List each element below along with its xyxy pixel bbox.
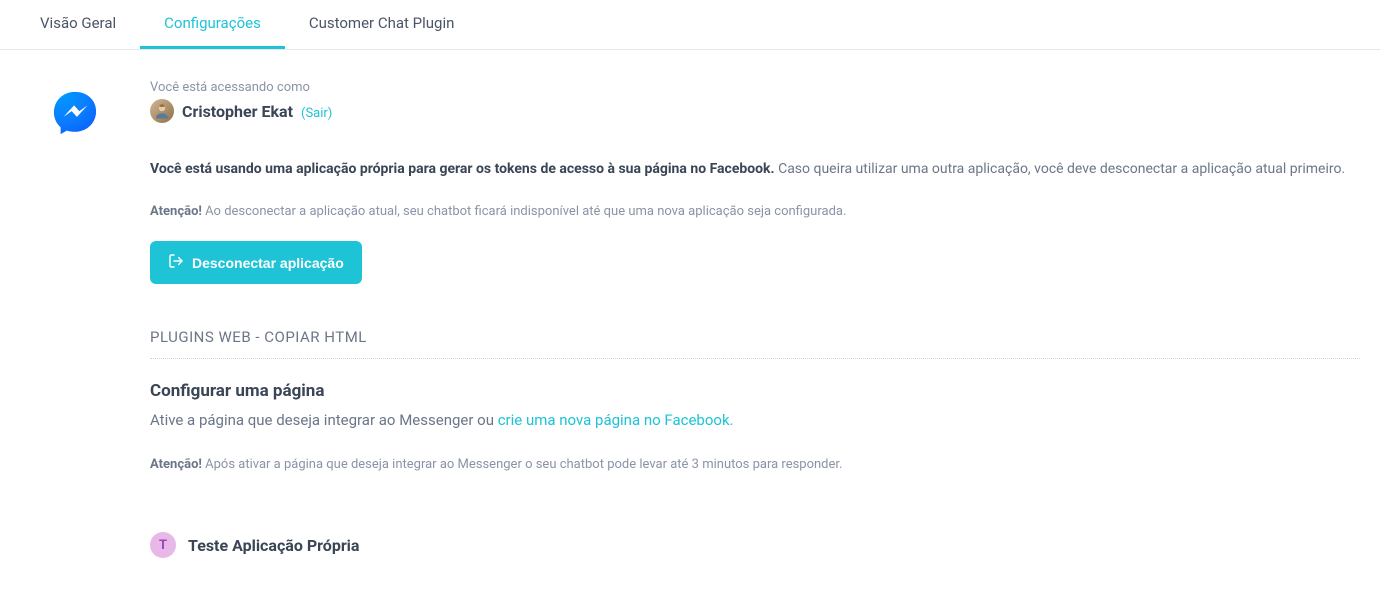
main-container: Você está acessando como Cristopher Ekat…: [0, 50, 1380, 558]
logout-link[interactable]: Sair: [305, 106, 327, 121]
info-text: Você está usando uma aplicação própria p…: [150, 159, 1360, 180]
app-badge: T: [150, 532, 176, 558]
warning-label: Atenção!: [150, 204, 202, 219]
icon-column: [0, 80, 150, 558]
config-page-title: Configurar uma página: [150, 381, 1360, 401]
tab-customer-chat-plugin[interactable]: Customer Chat Plugin: [285, 0, 479, 49]
logout-wrapper: (Sair): [301, 102, 332, 121]
tab-visao-geral[interactable]: Visão Geral: [16, 0, 140, 49]
logout-icon: [168, 253, 184, 272]
tabs-bar: Visão Geral Configurações Customer Chat …: [0, 0, 1380, 50]
content-column: Você está acessando como Cristopher Ekat…: [150, 80, 1380, 558]
app-row: T Teste Aplicação Própria: [150, 532, 1360, 558]
user-name: Cristopher Ekat: [182, 102, 293, 121]
config-desc-prefix: Ative a página que deseja integrar ao Me…: [150, 411, 498, 429]
paren-close: ): [328, 106, 333, 121]
user-row: Cristopher Ekat (Sair): [150, 99, 1360, 123]
app-name: Teste Aplicação Própria: [188, 536, 359, 555]
info-rest: Caso queira utilizar uma outra aplicação…: [775, 161, 1346, 177]
warning-body: Ao desconectar a aplicação atual, seu ch…: [202, 204, 846, 219]
disconnect-button-label: Desconectar aplicação: [192, 255, 344, 271]
disconnect-button[interactable]: Desconectar aplicação: [150, 241, 362, 284]
warning-activate: Atenção! Após ativar a página que deseja…: [150, 457, 1360, 472]
messenger-icon: [52, 90, 98, 136]
warning2-body: Após ativar a página que deseja integrar…: [202, 457, 843, 472]
avatar: [150, 99, 174, 123]
section-title-plugins: PLUGINS WEB - COPIAR HTML: [150, 328, 1360, 359]
create-page-link[interactable]: crie uma nova página no Facebook.: [498, 411, 734, 429]
accessing-as-label: Você está acessando como: [150, 80, 1360, 95]
config-page-desc: Ative a página que deseja integrar ao Me…: [150, 411, 1360, 429]
tab-configuracoes[interactable]: Configurações: [140, 0, 285, 49]
info-bold: Você está usando uma aplicação própria p…: [150, 161, 775, 177]
warning2-label: Atenção!: [150, 457, 202, 472]
warning-disconnect: Atenção! Ao desconectar a aplicação atua…: [150, 204, 1360, 219]
